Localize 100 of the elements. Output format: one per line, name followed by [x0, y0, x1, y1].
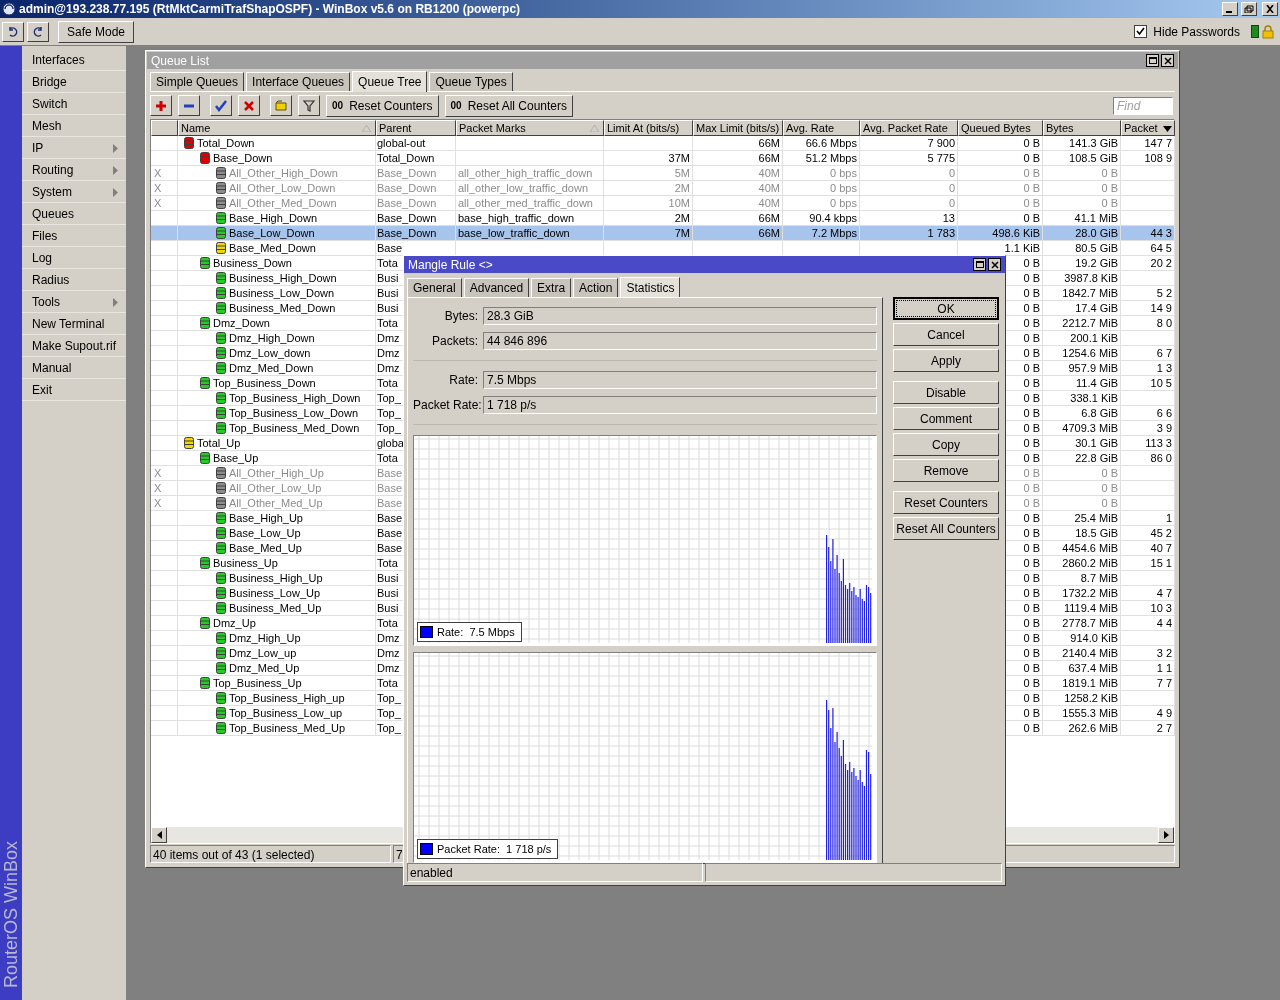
add-icon[interactable]	[150, 95, 172, 116]
tab[interactable]: Extra	[531, 278, 572, 297]
dialog-button[interactable]: Disable	[893, 381, 999, 404]
remove-icon[interactable]	[178, 95, 200, 116]
minimize-icon[interactable]	[1222, 2, 1238, 16]
maximize-icon[interactable]	[973, 258, 986, 271]
reset-counters-button[interactable]: 00 Reset All Counters	[444, 94, 573, 117]
legend-swatch-icon	[420, 843, 433, 855]
dialog-button[interactable]: Reset All Counters	[893, 517, 999, 540]
table-cell: Busi	[377, 601, 399, 615]
scroll-right-icon[interactable]	[1158, 827, 1174, 843]
menu-item[interactable]: Queues	[22, 203, 126, 225]
table-row[interactable]: Base_Med_Down Base 1.1 KiB 80.5 GiB 64 5	[151, 241, 1174, 256]
close-icon[interactable]	[1161, 54, 1174, 67]
column-header[interactable]: Bytes	[1043, 120, 1121, 136]
column-header[interactable]: Avg. Rate	[783, 120, 860, 136]
search-field[interactable]: Find	[1113, 96, 1173, 115]
menu-item[interactable]: Switch	[22, 93, 126, 115]
column-header[interactable]: Packet Marks	[456, 120, 604, 136]
menu-item[interactable]: Routing	[22, 159, 126, 181]
dialog-button[interactable]: Reset Counters	[893, 491, 999, 514]
reset-counters-button[interactable]: 00 Reset Counters	[326, 94, 439, 117]
table-row[interactable]: Base_Low_Down Base_Down base_low_traffic_down 7M 66M 7.2 Mbps 1 783 498.6 KiB 28.0 GiB 44 3	[151, 226, 1174, 241]
table-cell: 2M	[674, 211, 690, 225]
scroll-left-icon[interactable]	[151, 827, 167, 843]
menu-item[interactable]: Interfaces	[22, 49, 126, 71]
column-header[interactable]: Queued Bytes	[958, 120, 1043, 136]
table-cell: 0	[948, 196, 955, 210]
tab[interactable]: Statistics	[620, 277, 681, 298]
table-cell: 1 783	[927, 226, 955, 240]
check-icon[interactable]	[210, 95, 232, 116]
menu-item[interactable]: IP	[22, 137, 126, 159]
menu-item[interactable]: System	[22, 181, 126, 203]
queue-name: Base_High_Up	[229, 511, 303, 525]
tab[interactable]: General	[407, 278, 462, 297]
safe-mode-button[interactable]: Safe Mode	[58, 20, 135, 43]
note-icon[interactable]	[270, 95, 292, 116]
cross-icon[interactable]	[238, 95, 260, 116]
menu-item[interactable]: Files	[22, 225, 126, 247]
queue-name: Top_Business_High_Down	[229, 391, 361, 405]
queue-name: Total_Up	[197, 436, 241, 450]
menu-item[interactable]: Mesh	[22, 115, 126, 137]
menu-item[interactable]: Bridge	[22, 71, 126, 93]
undo-button[interactable]	[2, 21, 24, 42]
table-cell: 3987.8 KiB	[1064, 271, 1118, 285]
table-cell: 0 B	[1023, 421, 1040, 435]
table-cell: Base	[377, 541, 403, 555]
status-text: 40 items out of 43 (1 selected)	[150, 845, 391, 863]
dialog-button[interactable]: Comment	[893, 407, 999, 430]
menu-item[interactable]: New Terminal	[22, 313, 126, 335]
readonly-field: 7.5 Mbps	[483, 371, 877, 389]
hide-passwords-checkbox[interactable]	[1134, 25, 1148, 38]
dialog-button[interactable]: Cancel	[893, 323, 999, 346]
table-cell: 45 2	[1150, 526, 1172, 540]
column-header[interactable]: Name	[178, 120, 376, 136]
table-cell: 20 2	[1150, 256, 1172, 270]
table-cell: 0 B	[1023, 346, 1040, 360]
table-cell: 14 9	[1150, 301, 1172, 315]
table-row[interactable]: Base_High_Down Base_Down base_high_traffic_down 2M 66M 90.4 kbps 13 0 B 41.1 MiB	[151, 211, 1174, 226]
table-cell: 18.5 GiB	[1075, 526, 1118, 540]
table-cell: 0 bps	[830, 196, 857, 210]
table-cell: 0 B	[1023, 151, 1040, 165]
column-header[interactable]: Avg. Packet Rate	[860, 120, 958, 136]
menu-item[interactable]: Tools	[22, 291, 126, 313]
tab[interactable]: Queue Types	[429, 72, 513, 91]
maximize-icon[interactable]	[1146, 54, 1159, 67]
column-header[interactable]: Parent	[376, 120, 456, 136]
filter-icon[interactable]	[298, 95, 320, 116]
table-cell: 6.8 GiB	[1081, 406, 1118, 420]
table-cell: 0 B	[1101, 166, 1118, 180]
column-header[interactable]: Max Limit (bits/s)	[693, 120, 783, 136]
menu-item[interactable]: Log	[22, 247, 126, 269]
table-cell: 1732.2 MiB	[1062, 586, 1118, 600]
column-header[interactable]: Limit At (bits/s)	[604, 120, 693, 136]
table-cell: 108.5 GiB	[1069, 151, 1118, 165]
table-row[interactable]: Base_Down Total_Down 37M 66M 51.2 Mbps 5 775 0 B 108.5 GiB 108 9	[151, 151, 1174, 166]
menu-item[interactable]: Manual	[22, 357, 126, 379]
menu-item[interactable]: Radius	[22, 269, 126, 291]
menu-item[interactable]: Make Supout.rif	[22, 335, 126, 357]
dialog-button[interactable]: Apply	[893, 349, 999, 372]
dropdown-arrow-icon[interactable]	[1163, 126, 1172, 132]
column-header[interactable]: Packet	[1121, 120, 1175, 136]
tab[interactable]: Queue Tree	[352, 71, 428, 92]
table-row[interactable]: Total_Down global-out 66M 66.6 Mbps 7 900 0 B 141.3 GiB 147 7	[151, 136, 1174, 151]
menu-item[interactable]: Exit	[22, 379, 126, 401]
redo-button[interactable]	[27, 21, 49, 42]
table-cell: base_low_traffic_down	[458, 226, 570, 240]
queue-name: Dmz_High_Down	[229, 331, 315, 345]
tab[interactable]: Interface Queues	[246, 72, 351, 91]
table-cell: 4454.6 MiB	[1062, 541, 1118, 555]
dialog-button[interactable]: Remove	[893, 459, 999, 482]
table-cell: 0 B	[1023, 541, 1040, 555]
close-icon[interactable]	[988, 258, 1001, 271]
tab[interactable]: Action	[573, 278, 619, 297]
legend-text: Rate: 7.5 Mbps	[437, 624, 516, 640]
dialog-button[interactable]: OK	[893, 297, 999, 320]
tab[interactable]: Simple Queues	[150, 72, 245, 91]
tab[interactable]: Advanced	[463, 278, 530, 297]
dialog-button[interactable]: Copy	[893, 433, 999, 456]
field-label: Rate:	[448, 372, 478, 389]
